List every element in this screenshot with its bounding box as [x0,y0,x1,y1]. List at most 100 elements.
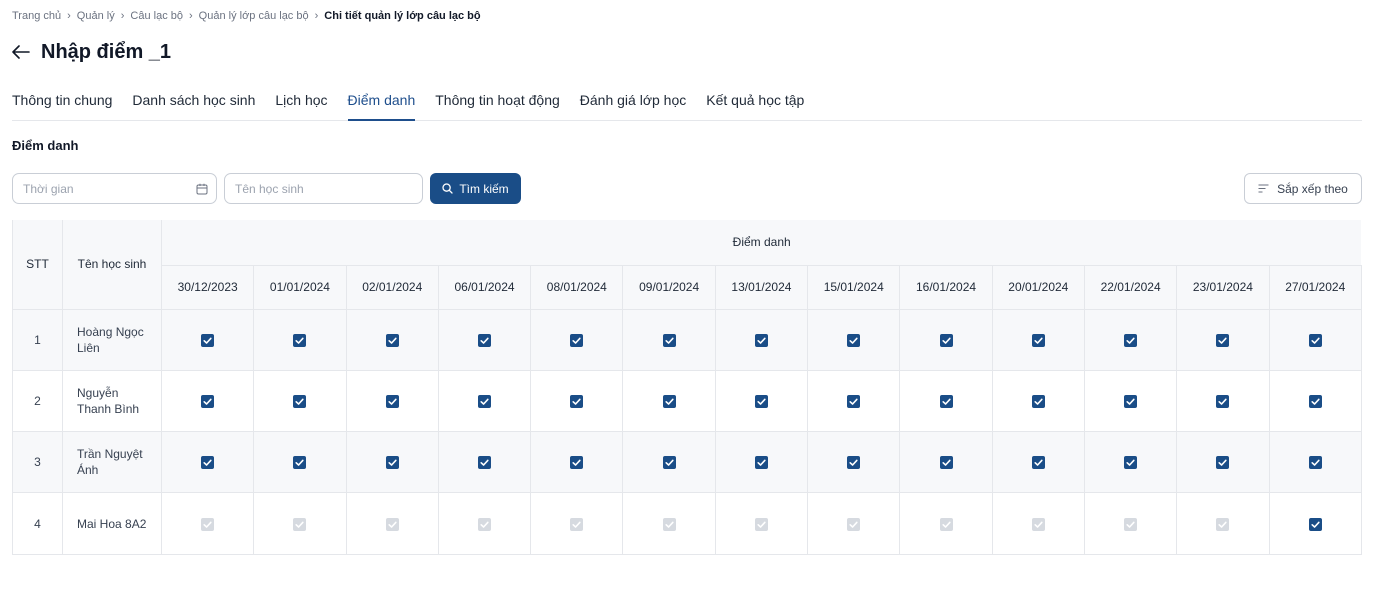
attendance-cell [530,431,624,494]
attendance-checkbox[interactable] [201,456,215,470]
attendance-checkbox[interactable] [1124,333,1138,347]
date-column-header: 09/01/2024 [622,264,716,310]
attendance-cell [1269,431,1362,494]
attendance-cell [899,431,993,494]
attendance-checkbox[interactable] [478,395,492,409]
attendance-cell [346,370,439,433]
attendance-checkbox[interactable] [478,333,492,347]
breadcrumb-item[interactable]: Quản lý [77,10,115,22]
attendance-checkbox[interactable] [1308,517,1322,531]
tab-item[interactable]: Lịch học [275,89,327,121]
attendance-group-header: Điểm danh [161,220,1362,266]
attendance-checkbox[interactable] [478,456,492,470]
attendance-cell [161,309,255,371]
date-column-header: 20/01/2024 [992,264,1085,310]
time-filter-field[interactable] [12,173,217,204]
page-title: Nhập điểm _1 [41,40,172,63]
tab-item[interactable]: Danh sách học sinh [132,89,255,121]
attendance-checkbox[interactable] [1031,333,1045,347]
attendance-checkbox[interactable] [662,333,676,347]
attendance-checkbox[interactable] [385,456,399,470]
breadcrumb-item[interactable]: Câu lạc bộ [130,10,183,22]
student-name: Nguyễn Thanh Bình [77,385,140,416]
stt-cell: 4 [12,492,63,555]
student-name: Hoàng Ngọc Liên [77,324,144,355]
tab-item[interactable]: Thông tin hoạt động [435,89,560,121]
attendance-checkbox[interactable] [1308,333,1322,347]
tab-item[interactable]: Đánh giá lớp học [580,89,686,121]
attendance-checkbox[interactable] [293,395,307,409]
tab-item[interactable]: Điểm danh [347,89,416,121]
attendance-checkbox[interactable] [1031,456,1045,470]
date-column-header: 02/01/2024 [346,264,439,310]
table-row: 3 Trần Nguyệt Ánh [12,431,1362,494]
attendance-checkbox[interactable] [1031,395,1045,409]
attendance-checkbox[interactable] [570,333,584,347]
attendance-checkbox [847,517,861,531]
attendance-checkbox [1216,517,1230,531]
attendance-checkbox[interactable] [847,395,861,409]
attendance-checkbox[interactable] [939,333,953,347]
attendance-cell [899,370,993,433]
attendance-cell [622,492,716,555]
attendance-checkbox[interactable] [293,333,307,347]
attendance-checkbox[interactable] [1216,395,1230,409]
attendance-checkbox[interactable] [293,456,307,470]
attendance-checkbox[interactable] [662,395,676,409]
attendance-cell [622,370,716,433]
breadcrumb-chevron-icon: › [67,10,71,22]
attendance-checkbox[interactable] [1124,395,1138,409]
attendance-checkbox[interactable] [201,333,215,347]
calendar-icon[interactable] [196,182,208,195]
breadcrumb-item[interactable]: Quản lý lớp câu lạc bộ [199,10,309,22]
tab-item[interactable]: Thông tin chung [12,89,112,121]
attendance-checkbox[interactable] [385,333,399,347]
attendance-checkbox[interactable] [754,333,768,347]
attendance-checkbox[interactable] [662,456,676,470]
attendance-cell [1176,431,1270,494]
attendance-checkbox[interactable] [201,395,215,409]
breadcrumb-chevron-icon: › [314,10,319,22]
time-filter-input[interactable] [13,174,183,203]
attendance-cell [622,431,716,494]
attendance-cell [992,431,1085,494]
attendance-cell [899,492,993,555]
date-column-header: 22/01/2024 [1084,264,1178,310]
attendance-checkbox [293,517,307,531]
attendance-checkbox[interactable] [1124,456,1138,470]
date-column-header: 27/01/2024 [1269,264,1362,310]
tab-item[interactable]: Kết quả học tập [706,89,804,121]
student-name-input[interactable] [225,174,422,203]
attendance-checkbox[interactable] [570,456,584,470]
attendance-checkbox[interactable] [1216,333,1230,347]
attendance-cell [530,492,624,555]
student-name-field[interactable] [224,173,423,204]
student-name-header: Tên học sinh [62,220,162,310]
attendance-checkbox[interactable] [1308,456,1322,470]
search-button[interactable]: Tìm kiếm [430,173,521,204]
attendance-cell [530,370,624,433]
attendance-checkbox[interactable] [385,395,399,409]
attendance-checkbox[interactable] [570,395,584,409]
attendance-checkbox[interactable] [939,395,953,409]
attendance-cell [346,309,439,371]
attendance-cell [1176,370,1270,433]
attendance-cell [1176,492,1270,555]
date-column-header: 15/01/2024 [807,264,901,310]
attendance-checkbox[interactable] [1216,456,1230,470]
date-column-header: 08/01/2024 [530,264,624,310]
attendance-checkbox[interactable] [754,456,768,470]
sort-button[interactable]: Sắp xếp theo [1244,173,1362,204]
attendance-cell [530,309,624,371]
back-arrow-icon[interactable] [12,40,32,64]
attendance-checkbox[interactable] [847,456,861,470]
attendance-checkbox[interactable] [847,333,861,347]
attendance-checkbox[interactable] [1308,395,1322,409]
attendance-checkbox[interactable] [939,456,953,470]
attendance-cell [1084,492,1178,555]
breadcrumb: Trang chủ › Quản lý › Câu lạc bộ › Quản lý lớp… [12,10,481,22]
attendance-checkbox [570,517,584,531]
attendance-checkbox [1124,517,1138,531]
breadcrumb-item[interactable]: Trang chủ [12,10,61,22]
attendance-checkbox[interactable] [754,395,768,409]
